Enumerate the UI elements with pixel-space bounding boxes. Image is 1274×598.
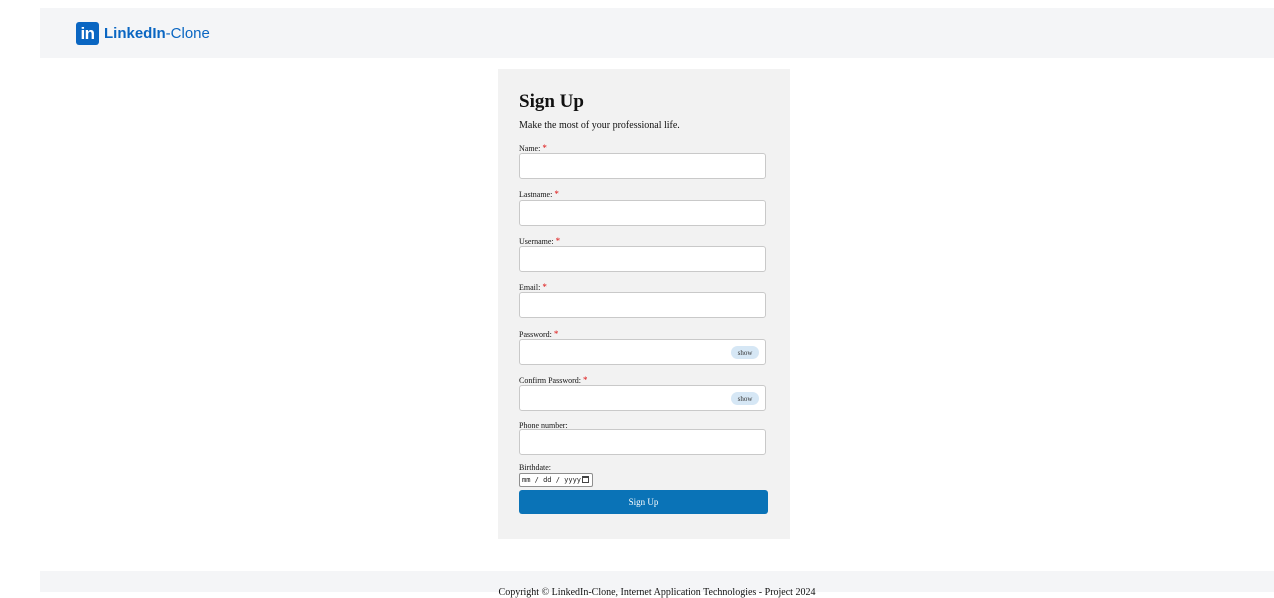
- page-subtitle: Make the most of your professional life.: [519, 120, 680, 131]
- page-title: Sign Up: [519, 91, 584, 112]
- password-label: Password: *: [519, 329, 558, 339]
- required-marker: *: [583, 375, 588, 385]
- birthdate-placeholder: mm / dd / yyyy: [522, 476, 582, 484]
- brand-name: LinkedIn-Clone: [104, 25, 210, 42]
- username-field[interactable]: [519, 246, 766, 272]
- signup-card: Sign Up Make the most of your profession…: [498, 69, 790, 539]
- required-marker: *: [542, 143, 547, 153]
- email-label-text: Email:: [519, 283, 541, 292]
- username-label-text: Username:: [519, 237, 554, 246]
- name-label-text: Name:: [519, 144, 541, 153]
- required-marker: *: [555, 236, 561, 246]
- required-marker: *: [554, 189, 559, 199]
- lastname-field[interactable]: [519, 200, 766, 226]
- calendar-icon[interactable]: [582, 476, 589, 483]
- footer: Copyright © LinkedIn-Clone, Internet App…: [40, 571, 1274, 598]
- signup-button[interactable]: Sign Up: [519, 490, 768, 514]
- name-field[interactable]: [519, 153, 766, 179]
- username-label: Username: *: [519, 236, 560, 246]
- birthdate-input[interactable]: mm / dd / yyyy: [519, 473, 593, 487]
- lastname-label: Lastname: *: [519, 189, 559, 199]
- name-label: Name: *: [519, 143, 547, 153]
- confirm-password-label-text: Confirm Password:: [519, 376, 581, 385]
- password-field[interactable]: show: [519, 339, 766, 365]
- brand-name-suffix: -Clone: [165, 25, 210, 42]
- linkedin-logo-icon: in: [76, 22, 99, 45]
- confirm-password-label: Confirm Password: *: [519, 375, 588, 385]
- top-navbar: in LinkedIn-Clone: [40, 8, 1274, 58]
- show-password-button[interactable]: show: [731, 346, 759, 359]
- required-marker: *: [542, 282, 547, 292]
- email-field[interactable]: [519, 292, 766, 318]
- lastname-label-text: Lastname:: [519, 190, 553, 199]
- brand-logo[interactable]: in LinkedIn-Clone: [76, 22, 210, 45]
- required-marker: *: [553, 329, 559, 339]
- show-confirm-password-button[interactable]: show: [731, 392, 759, 405]
- birthdate-label: Birthdate:: [519, 463, 551, 472]
- password-label-text: Password:: [519, 330, 552, 339]
- phone-field[interactable]: [519, 429, 766, 455]
- brand-name-bold: LinkedIn: [104, 25, 166, 42]
- email-label: Email: *: [519, 282, 547, 292]
- confirm-password-field[interactable]: show: [519, 385, 766, 411]
- copyright-text: Copyright © LinkedIn-Clone, Internet App…: [498, 587, 816, 598]
